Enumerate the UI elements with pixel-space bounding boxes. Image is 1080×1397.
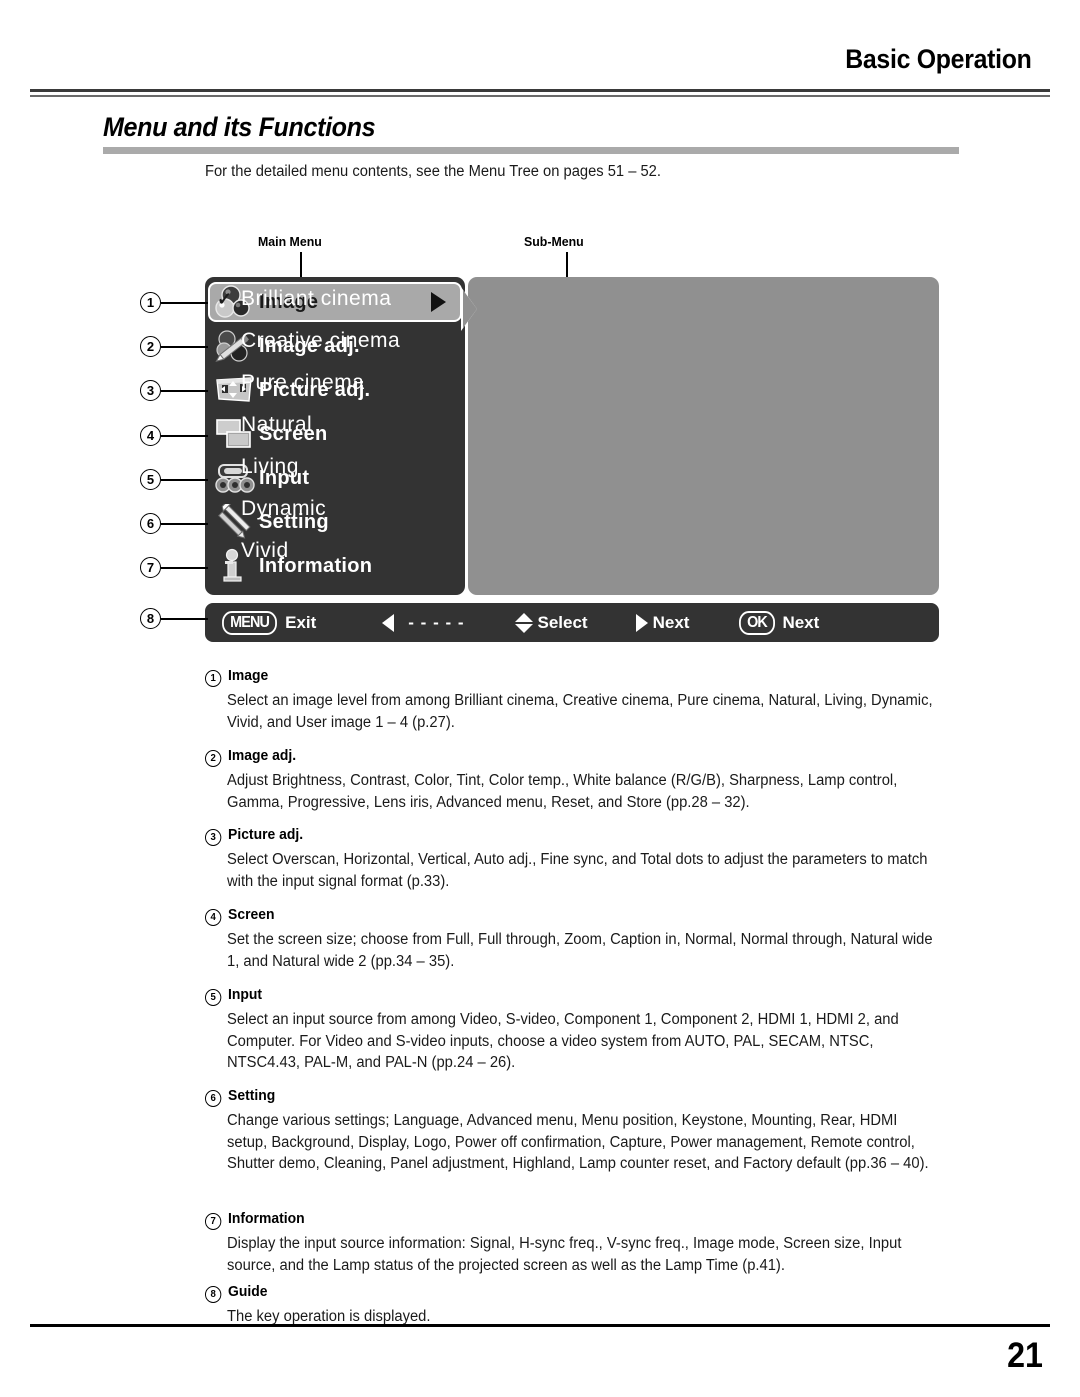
marker-2: 2 — [140, 336, 161, 357]
marker-4-leader — [161, 435, 208, 437]
description-guide: 8 Guide The key operation is displayed. — [205, 1284, 965, 1328]
description-number: 2 — [205, 750, 222, 767]
osd-sub-menu-panel — [468, 277, 939, 595]
guide-ok-next-label: Next — [782, 612, 820, 632]
header-rule-thick — [30, 89, 1050, 92]
description-number: 8 — [205, 1286, 222, 1303]
description-setting: 6 Setting Change various settings; Langu… — [205, 1088, 965, 1175]
description-number: 3 — [205, 829, 222, 846]
description-title: Image adj. — [228, 748, 297, 764]
page-number: 21 — [1007, 1336, 1043, 1375]
description-heading: 2 Image adj. — [205, 748, 935, 767]
marker-5: 5 — [140, 469, 161, 490]
description-title: Image — [228, 668, 269, 684]
up-down-arrows-icon — [514, 612, 533, 633]
chevron-right-icon — [431, 292, 446, 312]
description-heading: 8 Guide — [205, 1284, 935, 1303]
osd-guide-bar: MENU Exit - - - - - Select Next OK Next — [205, 603, 939, 642]
title-underline — [103, 147, 959, 154]
marker-6-leader — [161, 523, 208, 525]
description-image-adj: 2 Image adj. Adjust Brightness, Contrast… — [205, 748, 965, 813]
description-number: 7 — [205, 1213, 222, 1230]
description-input: 5 Input Select an input source from amon… — [205, 987, 965, 1074]
callout-main-menu-leader — [300, 252, 302, 279]
triangle-right-icon — [635, 613, 648, 632]
description-text: Display the input source information: Si… — [227, 1235, 902, 1274]
guide-exit[interactable]: MENU Exit — [219, 610, 317, 635]
triangle-left-icon — [382, 613, 395, 632]
callout-main-menu: Main Menu — [258, 234, 322, 249]
marker-7-leader — [161, 567, 208, 569]
marker-3-leader — [161, 390, 208, 392]
submenu-item-living[interactable]: Living — [241, 455, 299, 479]
guide-back[interactable]: - - - - - — [382, 613, 464, 633]
marker-2-leader — [161, 346, 208, 348]
description-text: Select an image level from among Brillia… — [227, 692, 933, 731]
marker-1-leader — [161, 302, 208, 304]
submenu-item-pure-cinema[interactable]: Pure cinema — [241, 371, 364, 395]
description-title: Guide — [228, 1284, 268, 1300]
ok-key-pill: OK — [739, 610, 776, 635]
description-title: Setting — [228, 1088, 276, 1104]
footer-rule — [30, 1324, 1050, 1327]
marker-5-leader — [161, 479, 208, 481]
marker-3: 3 — [140, 380, 161, 401]
description-heading: 6 Setting — [205, 1088, 935, 1107]
submenu-item-dynamic[interactable]: Dynamic — [241, 497, 326, 521]
description-number: 1 — [205, 670, 222, 687]
osd-screenshot: Image Image adj. Picture adj. Screen Inp… — [205, 277, 939, 642]
submenu-item-natural[interactable]: Natural — [241, 413, 312, 437]
submenu-item-vivid[interactable]: Vivid — [241, 539, 289, 563]
guide-ok-next[interactable]: OK Next — [737, 610, 820, 635]
menu-key-pill: MENU — [222, 610, 278, 635]
marker-4: 4 — [140, 425, 161, 446]
description-text: Select an input source from among Video,… — [227, 1011, 899, 1071]
intro-paragraph: For the detailed menu contents, see the … — [205, 163, 661, 180]
description-heading: 5 Input — [205, 987, 935, 1006]
check-icon: ✓ — [217, 289, 233, 309]
description-number: 5 — [205, 989, 222, 1006]
description-text: Adjust Brightness, Contrast, Color, Tint… — [227, 772, 898, 811]
marker-8: 8 — [140, 608, 161, 629]
submenu-item-brilliant-cinema[interactable]: Brilliant cinema — [241, 287, 391, 311]
description-heading: 7 Information — [205, 1211, 935, 1230]
marker-7: 7 — [140, 557, 161, 578]
description-title: Picture adj. — [228, 827, 304, 843]
description-heading: 1 Image — [205, 668, 935, 687]
marker-1: 1 — [140, 292, 161, 313]
marker-8-leader — [161, 618, 208, 620]
description-screen: 4 Screen Set the screen size; choose fro… — [205, 907, 965, 972]
submenu-item-creative-cinema[interactable]: Creative cinema — [241, 329, 400, 353]
description-image: 1 Image Select an image level from among… — [205, 668, 965, 733]
guide-select-label: Select — [537, 612, 588, 632]
description-text: Select Overscan, Horizontal, Vertical, A… — [227, 851, 928, 890]
description-number: 6 — [205, 1090, 222, 1107]
description-title: Input — [228, 987, 263, 1003]
osd-selection-notch — [463, 290, 477, 328]
guide-dashes: - - - - - — [408, 612, 465, 632]
description-title: Information — [228, 1211, 305, 1227]
description-picture-adj: 3 Picture adj. Select Overscan, Horizont… — [205, 827, 965, 892]
description-title: Screen — [228, 907, 275, 923]
guide-select[interactable]: Select — [514, 612, 588, 633]
running-head: Basic Operation — [845, 44, 1033, 74]
description-number: 4 — [205, 909, 222, 926]
description-heading: 4 Screen — [205, 907, 935, 926]
header-rule-thin — [30, 95, 1050, 97]
description-text: Set the screen size; choose from Full, F… — [227, 931, 933, 970]
description-heading: 3 Picture adj. — [205, 827, 935, 846]
callout-sub-menu: Sub-Menu — [524, 234, 584, 249]
page-title: Menu and its Functions — [103, 112, 376, 142]
marker-6: 6 — [140, 513, 161, 534]
description-text: Change various settings; Language, Advan… — [227, 1112, 929, 1172]
guide-next-label: Next — [652, 612, 690, 632]
guide-next[interactable]: Next — [635, 612, 690, 633]
description-information: 7 Information Display the input source i… — [205, 1211, 965, 1276]
guide-exit-label: Exit — [285, 612, 317, 632]
